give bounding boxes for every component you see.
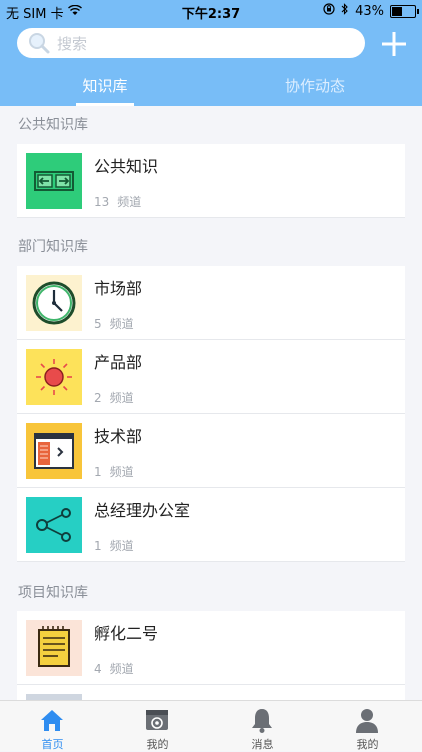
status-bar: 无 SIM 卡 下午2:37 43% (0, 0, 422, 22)
tab-collaboration[interactable]: 协作动态 (260, 70, 370, 106)
nav-dashboard[interactable]: 我的 (105, 701, 210, 751)
battery-percent: 43% (355, 3, 384, 19)
list-item[interactable]: 总经理办公室 1 频道 (17, 488, 405, 561)
nav-home[interactable]: 首页 (0, 701, 105, 751)
search-icon (29, 33, 50, 54)
item-name: 公共知识 (94, 157, 159, 176)
add-button[interactable] (378, 28, 410, 60)
item-count: 5 频道 (94, 317, 134, 331)
item-name: 孵化二号 (94, 624, 159, 643)
share-icon (26, 497, 82, 553)
list-item[interactable]: 孵化二号 4 频道 (17, 611, 405, 684)
divider (17, 217, 405, 218)
bottom-nav: 首页 我的 消息 我的 (0, 700, 422, 751)
section-title-department: 部门知识库 (18, 239, 88, 255)
sun-icon (26, 349, 82, 405)
list-item-partial[interactable] (17, 685, 405, 700)
item-name: 技术部 (94, 427, 143, 446)
item-name: 市场部 (94, 279, 143, 298)
knowledge-list: 公共知识库 公共知识 13 频道 部门知识库 市场部 5 频道 产品部 2 频道… (0, 106, 422, 700)
item-count: 13 频道 (94, 195, 142, 209)
tab-label: 协作动态 (284, 77, 345, 95)
nav-messages[interactable]: 消息 (210, 701, 315, 751)
person-icon (356, 709, 378, 733)
home-icon (41, 710, 63, 731)
tab-knowledge-base[interactable]: 知识库 (60, 70, 150, 106)
orientation-lock-icon (323, 3, 335, 19)
search-placeholder: 搜索 (57, 34, 88, 53)
item-name: 产品部 (94, 353, 143, 372)
search-input[interactable]: 搜索 (17, 28, 365, 58)
tab-label: 知识库 (82, 77, 128, 95)
item-count: 1 频道 (94, 539, 134, 553)
header: 无 SIM 卡 下午2:37 43% 搜索 知识库 协作动态 (0, 0, 422, 106)
item-count: 2 频道 (94, 391, 134, 405)
bell-icon (252, 709, 272, 733)
section-title-public: 公共知识库 (18, 117, 88, 133)
list-item[interactable]: 市场部 5 频道 (17, 266, 405, 339)
notepad-icon (26, 620, 82, 676)
divider (17, 561, 405, 562)
list-item[interactable]: 技术部 1 频道 (17, 414, 405, 487)
clock-icon (26, 275, 82, 331)
item-name: 总经理办公室 (94, 501, 191, 520)
tab-bar: 知识库 协作动态 (0, 70, 422, 106)
nav-profile[interactable]: 我的 (315, 701, 420, 751)
bluetooth-icon (341, 3, 349, 19)
dashboard-icon (146, 710, 168, 730)
item-count: 4 频道 (94, 662, 134, 676)
item-count: 1 频道 (94, 465, 134, 479)
section-title-project: 项目知识库 (18, 585, 88, 601)
list-item[interactable]: 产品部 2 频道 (17, 340, 405, 413)
list-item[interactable]: 公共知识 13 频道 (17, 144, 405, 217)
battery-icon (390, 4, 419, 18)
arrows-exchange-icon (26, 153, 82, 209)
browser-window-icon (26, 423, 82, 479)
